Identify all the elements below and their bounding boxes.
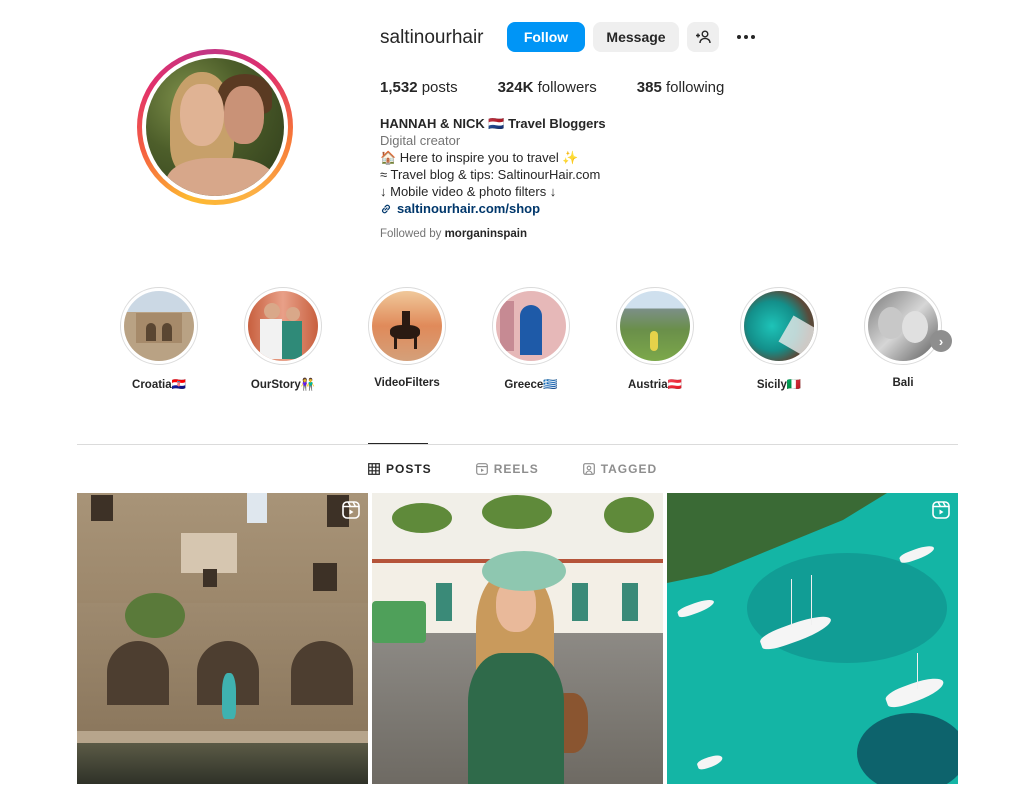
post-tile[interactable]	[667, 493, 958, 784]
follow-button[interactable]: Follow	[507, 22, 585, 52]
message-button[interactable]: Message	[593, 22, 679, 52]
bio-line: ≈ Travel blog & tips: SaltinourHair.com	[380, 167, 601, 182]
highlight-label: Austria🇦🇹	[628, 379, 682, 391]
profile-bio: HANNAH & NICK 🇳🇱 Travel Bloggers Digital…	[380, 115, 740, 217]
highlight-item[interactable]: Croatia🇭🇷	[119, 287, 199, 391]
highlight-thumbnail	[868, 291, 938, 361]
highlight-thumbnail	[620, 291, 690, 361]
tagged-icon	[582, 463, 595, 475]
highlight-item[interactable]: Greece🇬🇷	[491, 287, 571, 391]
active-tab-indicator	[368, 443, 428, 444]
highlight-item[interactable]: OurStory👫	[243, 287, 323, 391]
profile-tabs: POSTS REELS TAGGED	[368, 462, 701, 476]
highlight-label: OurStory👫	[250, 379, 316, 391]
story-highlights: Croatia🇭🇷 OurStory👫 VideoFilters Greece🇬…	[119, 287, 959, 397]
bio-link[interactable]: saltinourhair.com/shop	[380, 200, 740, 217]
following-stat[interactable]: 385 following	[637, 79, 725, 96]
highlight-label: Bali	[892, 377, 914, 389]
post-tile[interactable]	[77, 493, 368, 784]
more-options-icon[interactable]	[733, 27, 759, 47]
chevron-right-icon[interactable]: ›	[930, 330, 952, 352]
highlight-thumbnail	[496, 291, 566, 361]
highlight-label: Greece🇬🇷	[504, 379, 558, 391]
tabs-divider	[77, 444, 958, 445]
reels-icon	[475, 463, 488, 475]
highlight-thumbnail	[248, 291, 318, 361]
grid-icon	[368, 463, 380, 475]
tab-posts[interactable]: POSTS	[368, 462, 432, 476]
highlight-label: Croatia🇭🇷	[132, 379, 186, 391]
posts-stat[interactable]: 1,532 posts	[380, 79, 458, 96]
highlight-item[interactable]: Sicily🇮🇹	[739, 287, 819, 391]
highlight-thumbnail	[372, 291, 442, 361]
highlight-item[interactable]: VideoFilters	[367, 287, 447, 389]
highlight-thumbnail	[744, 291, 814, 361]
reel-icon	[342, 501, 360, 519]
avatar-image	[146, 58, 284, 196]
tab-tagged[interactable]: TAGGED	[582, 462, 657, 476]
highlight-item[interactable]: Austria🇦🇹	[615, 287, 695, 391]
followed-by[interactable]: Followed by morganinspain	[380, 228, 527, 240]
bio-category: Digital creator	[380, 133, 461, 148]
posts-grid	[77, 493, 958, 784]
bio-line: ↓ Mobile video & photo filters ↓	[380, 184, 557, 199]
post-tile[interactable]	[372, 493, 663, 784]
profile-avatar[interactable]	[137, 49, 293, 205]
tab-reels[interactable]: REELS	[475, 462, 539, 476]
profile-username: saltinourhair	[380, 27, 484, 48]
bio-name: HANNAH & NICK 🇳🇱 Travel Bloggers	[380, 116, 606, 131]
profile-stats: 1,532 posts 324K followers 385 following	[380, 79, 764, 96]
suggested-users-button[interactable]	[687, 22, 719, 52]
link-icon	[382, 204, 390, 213]
add-person-icon	[696, 30, 711, 44]
highlight-thumbnail	[124, 291, 194, 361]
highlight-label: VideoFilters	[374, 377, 440, 389]
bio-line: 🏠 Here to inspire you to travel ✨	[380, 150, 579, 165]
highlight-label: Sicily🇮🇹	[756, 379, 802, 391]
reel-icon	[932, 501, 950, 519]
followers-stat[interactable]: 324K followers	[498, 79, 597, 96]
avatar-border	[142, 54, 288, 200]
